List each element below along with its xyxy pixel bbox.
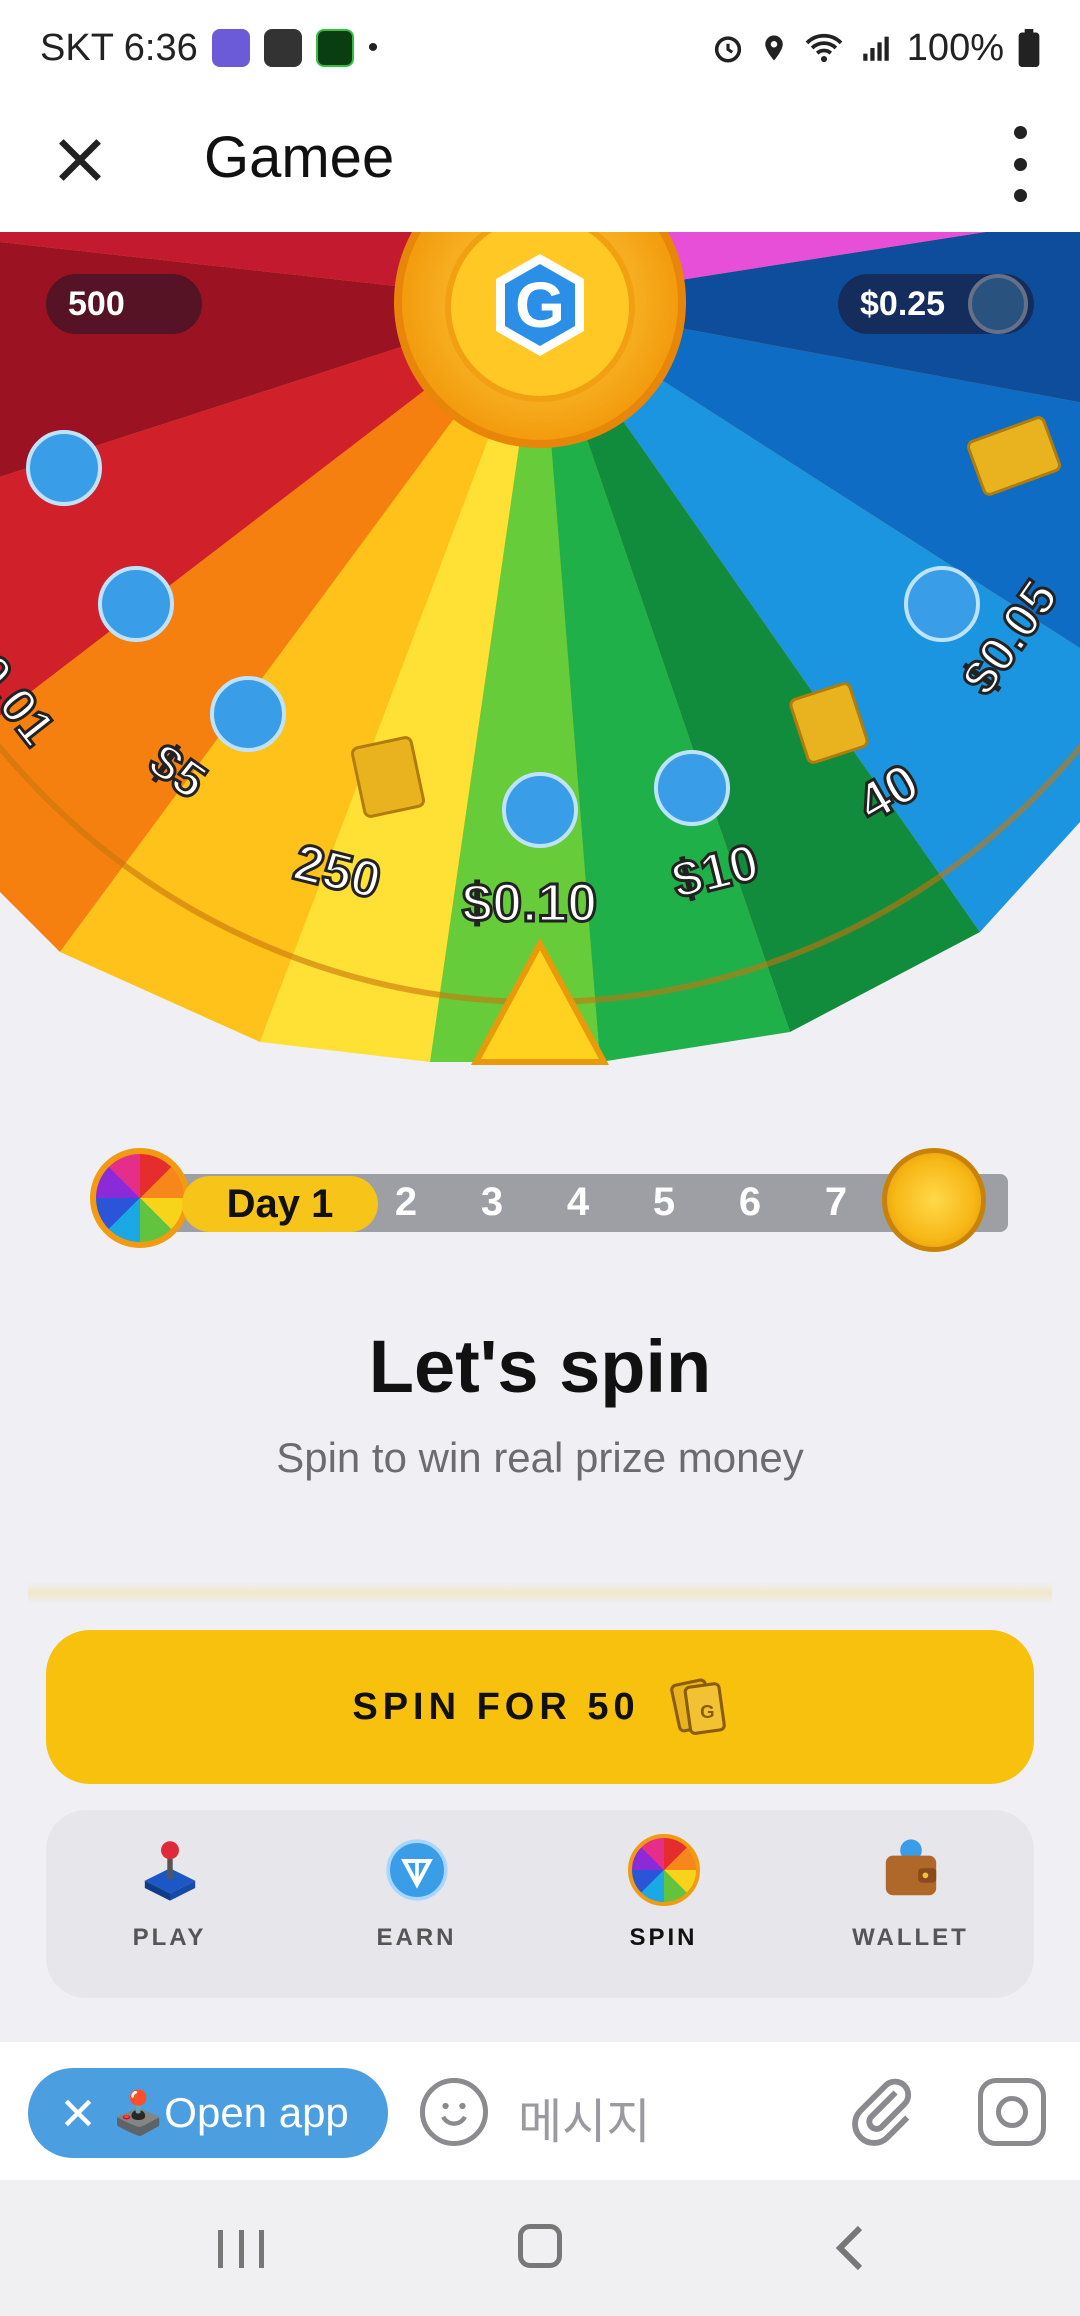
status-bar: SKT 6:36 • 100%: [0, 0, 1080, 96]
ticket-icon: G: [669, 1678, 726, 1735]
divider-glow: [28, 1582, 1052, 1604]
day-number: 2: [394, 1180, 418, 1224]
day-1-badge: Day 1: [182, 1176, 378, 1232]
day-number: 6: [738, 1180, 762, 1224]
app-title: Gamee: [204, 125, 395, 190]
nav-wallet[interactable]: WALLET: [787, 1810, 1034, 1998]
wallet-icon: [885, 1839, 936, 1896]
spin-button-label: SPIN FOR 50: [352, 1685, 640, 1728]
nav-spin[interactable]: SPIN: [540, 1810, 787, 1998]
nav-earn[interactable]: EARN: [293, 1810, 540, 1998]
more-menu-icon[interactable]: [1008, 126, 1032, 202]
alarm-icon: [714, 36, 741, 63]
location-icon: [765, 35, 783, 61]
nav-play[interactable]: PLAY: [46, 1810, 293, 1998]
prize-pill-value: 500: [68, 284, 125, 323]
spin-button[interactable]: SPIN FOR 50 G: [46, 1630, 1034, 1784]
app-notification-icon: [211, 29, 250, 67]
prize-pill-tickets: 500: [46, 274, 202, 334]
wheel-icon: [627, 1834, 700, 1906]
app-bar: Gamee: [0, 96, 1080, 232]
battery-icon: [1018, 29, 1040, 67]
camera-icon[interactable]: [978, 2078, 1046, 2146]
wheel-center-logo: G: [515, 269, 565, 341]
carrier-time: SKT 6:36: [40, 26, 198, 69]
system-navigation: [0, 2180, 1080, 2316]
gallery-icon: [263, 29, 302, 67]
joystick-icon: [144, 1841, 195, 1901]
prize-wheel[interactable]: 500 $0.25 $0.01 $5 250 $0.10 $10 40 $0.0…: [0, 232, 1080, 1092]
day-number: 7: [824, 1180, 848, 1224]
bottom-nav: PLAY EARN SPIN WALLET: [46, 1810, 1034, 1998]
signal-icon: [863, 36, 889, 61]
recent-apps-icon[interactable]: [218, 2230, 264, 2268]
daily-streak: Day 1 2 3 4 5 6 7: [90, 1148, 1008, 1252]
close-icon: [64, 2099, 92, 2127]
day-number: 3: [480, 1180, 504, 1224]
more-notifications-dot: •: [367, 31, 379, 64]
close-icon[interactable]: [48, 128, 112, 192]
battery-percent: 100%: [906, 26, 1004, 69]
message-bar: 🕹️Open app 메시지: [0, 2042, 1080, 2180]
wheel-graphic: [0, 232, 1080, 1065]
page-subtitle: Spin to win real prize money: [276, 1434, 804, 1481]
nav-label: EARN: [376, 1924, 457, 1951]
golden-wheel-icon: [882, 1148, 986, 1252]
prize-pill-value: $0.25: [860, 284, 946, 323]
emoji-icon[interactable]: [420, 2078, 488, 2146]
day-number: 4: [566, 1180, 590, 1224]
back-icon[interactable]: [834, 2224, 866, 2272]
open-app-button[interactable]: 🕹️Open app: [28, 2068, 388, 2158]
nav-label: SPIN: [629, 1924, 698, 1951]
segment-label: $0.10: [460, 872, 598, 935]
wifi-icon: [805, 33, 843, 63]
home-icon[interactable]: [518, 2224, 562, 2268]
prize-pill-ton: $0.25: [838, 274, 1034, 334]
day-number: 5: [652, 1180, 676, 1224]
ton-coin-icon: [385, 1839, 448, 1901]
game-app-icon: [315, 29, 354, 67]
wheel-icon: [90, 1148, 190, 1248]
nav-label: WALLET: [852, 1924, 969, 1951]
svg-text:G: G: [700, 1701, 714, 1722]
page-title: Let's spin: [368, 1325, 712, 1408]
attach-icon[interactable]: [846, 2072, 916, 2148]
nav-label: PLAY: [132, 1924, 207, 1951]
open-app-label: 🕹️Open app: [112, 2088, 349, 2136]
message-input[interactable]: 메시지: [518, 2082, 650, 2152]
